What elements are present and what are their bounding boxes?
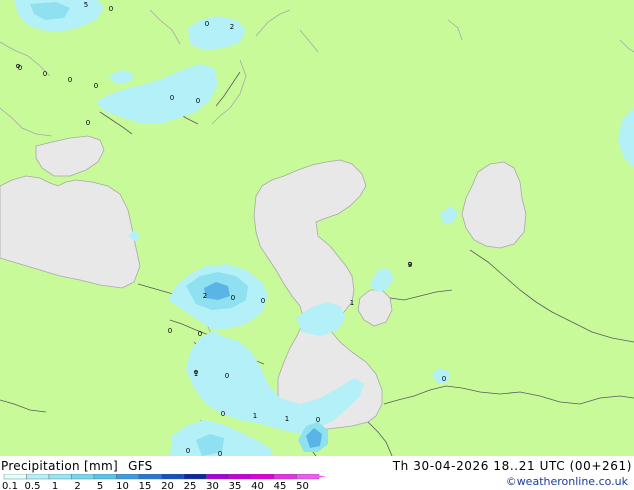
precipitation-title: Precipitation [mm] — [1, 459, 118, 473]
legend-swatch — [273, 474, 297, 480]
legend-swatch — [116, 474, 140, 480]
precip-value: 2 — [230, 23, 234, 31]
legend-tick-label: 10 — [116, 481, 129, 490]
precip-value: 0 — [198, 330, 202, 338]
legend-swatches — [3, 474, 320, 480]
legend-tick-label: 1 — [52, 481, 58, 490]
precipitation-map: 5 0 0 2 0 0 0 0 0 0 0 3 2 0 0 1 0 0 1 0 … — [0, 0, 634, 456]
precip-value: 3 — [408, 261, 412, 269]
legend-swatch — [71, 474, 95, 480]
legend-swatch — [161, 474, 185, 480]
precip-value: 0 — [186, 447, 190, 455]
legend-tick-label: 15 — [139, 481, 152, 490]
precip-value: 1 — [253, 412, 257, 420]
precip-value: 1 — [194, 370, 198, 378]
legend-tick-label: 30 — [206, 481, 219, 490]
precip-value: 0 — [316, 416, 320, 424]
legend-tick-label: 45 — [274, 481, 287, 490]
legend-swatch — [93, 474, 117, 480]
precip-value: 1 — [285, 415, 289, 423]
precip-value: 0 — [196, 97, 200, 105]
legend-tick-label: 2 — [74, 481, 80, 490]
valid-time: Th 30-04-2026 18..21 UTC (00+261) — [392, 459, 632, 473]
legend-swatch — [48, 474, 72, 480]
precip-value: 5 — [84, 1, 88, 9]
precip-value: 1 — [350, 299, 354, 307]
precip-value: 0 — [231, 294, 235, 302]
legend-swatch — [251, 474, 275, 480]
precip-value: 0 — [205, 20, 209, 28]
color-legend: 0.1 0.5 1 2 5 10 15 20 25 30 35 40 45 50 — [2, 474, 326, 490]
legend-swatch — [206, 474, 230, 480]
precip-value: 0 — [261, 297, 265, 305]
precip-value: 0 — [86, 119, 90, 127]
legend-tick-label: 0.1 — [2, 481, 18, 490]
credit-link[interactable]: ©weatheronline.co.uk — [506, 475, 628, 489]
legend-swatch — [26, 474, 50, 480]
precipitation-map-page: 5 0 0 2 0 0 0 0 0 0 0 3 2 0 0 1 0 0 1 0 … — [0, 0, 634, 490]
legend-tick-label: 35 — [229, 481, 242, 490]
legend-swatch — [183, 474, 207, 480]
precip-value: 0 — [168, 327, 172, 335]
legend-tick-label: 20 — [161, 481, 174, 490]
legend-tick-label: 5 — [97, 481, 103, 490]
precip-value: 2 — [203, 292, 207, 300]
precip-value: 0 — [221, 410, 225, 418]
precip-value: 0 — [225, 372, 229, 380]
precip-value: 0 — [43, 70, 47, 78]
legend-swatch — [3, 474, 27, 480]
legend-swatch — [138, 474, 162, 480]
legend-swatch — [228, 474, 252, 480]
precip-value: 0 — [68, 76, 72, 84]
legend-tick-label: 25 — [184, 481, 197, 490]
legend-tick-label: 0.5 — [25, 481, 41, 490]
precip-value: 0 — [442, 375, 446, 383]
product-label: Precipitation [mm] GFS — [1, 459, 153, 473]
model-name: GFS — [128, 459, 153, 473]
precip-value: 0 — [109, 5, 113, 13]
precip-value: 0 — [18, 64, 22, 72]
legend-labels: 0.1 0.5 1 2 5 10 15 20 25 30 35 40 45 50 — [2, 481, 309, 490]
precip-value: 0 — [170, 94, 174, 102]
precip-value: 0 — [94, 82, 98, 90]
legend-tick-label: 50 — [296, 481, 309, 490]
legend-tick-label: 40 — [251, 481, 264, 490]
